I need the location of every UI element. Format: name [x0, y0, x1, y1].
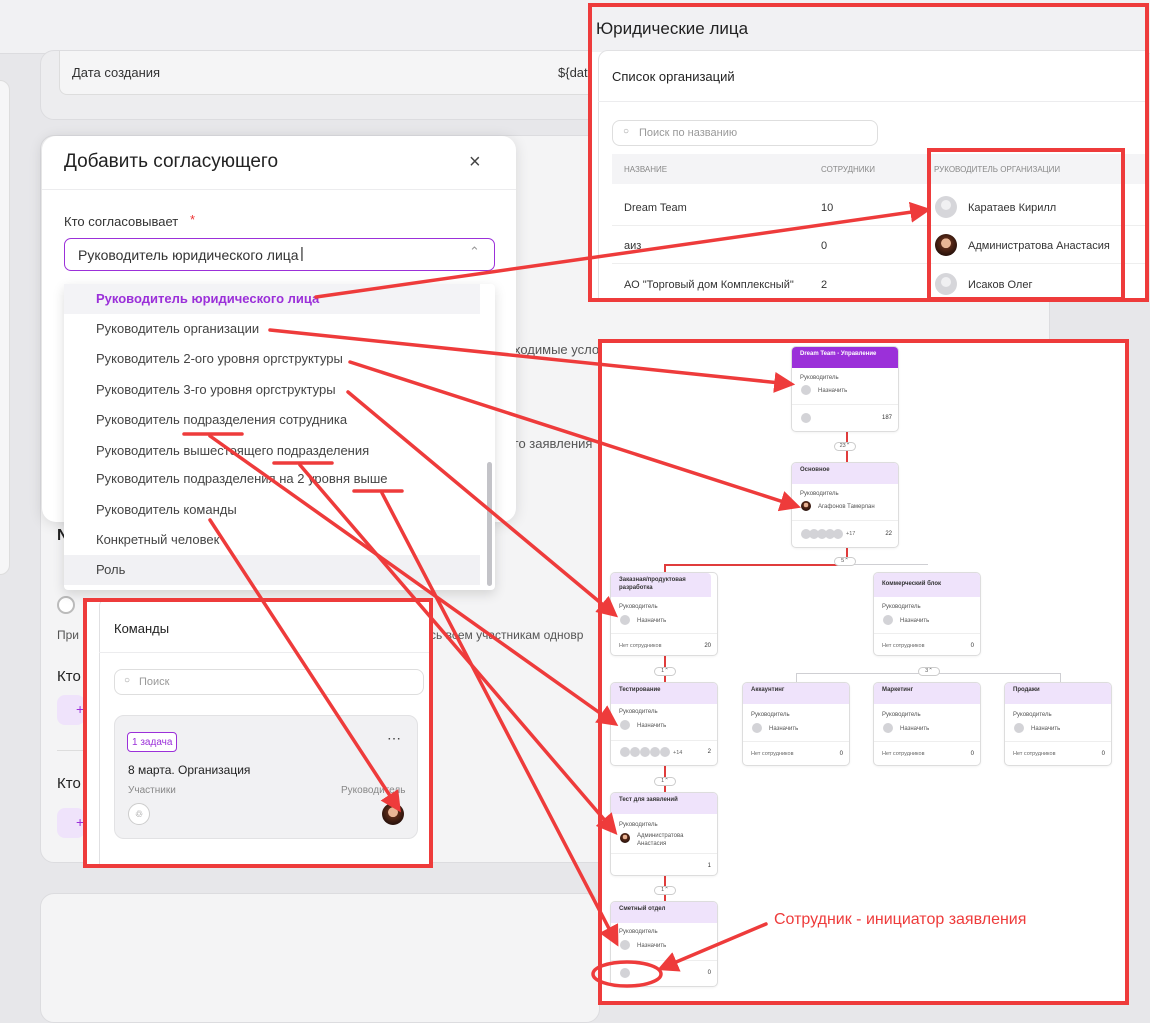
bg-add-button-2[interactable]: +: [57, 808, 85, 838]
bottom-card: [40, 893, 600, 1023]
close-icon[interactable]: ×: [469, 151, 481, 174]
approver-select[interactable]: Руководитель юридического лица | ⌃: [64, 238, 495, 271]
option-level3-head[interactable]: Руководитель 3-го уровня оргструктуры: [64, 375, 480, 405]
select-value: Руководитель юридического лица: [78, 247, 299, 263]
modal-title: Добавить согласующего: [64, 151, 279, 172]
bg-heading-kto-1: Кто: [57, 668, 81, 685]
text-cursor: |: [300, 245, 304, 262]
option-two-levels-up-head[interactable]: Руководитель подразделения на 2 уровня в…: [64, 464, 480, 494]
approver-dropdown: Руководитель юридического лица Руководит…: [64, 284, 495, 590]
date-label: Дата создания: [72, 65, 161, 80]
left-side-card: [0, 80, 10, 575]
bg-text-conditions: ходимые усло: [514, 342, 600, 357]
option-role[interactable]: Роль: [64, 555, 480, 585]
option-level2-head[interactable]: Руководитель 2-ого уровня оргструктуры: [64, 344, 480, 374]
bg-text-pri: При: [57, 628, 80, 642]
option-specific-person[interactable]: Конкретный человек: [64, 525, 480, 555]
modal-header-divider: [42, 189, 516, 190]
chevron-up-icon[interactable]: ⌃: [469, 244, 480, 260]
option-legal-entity-head[interactable]: Руководитель юридического лица: [64, 284, 480, 314]
option-team-head[interactable]: Руководитель команды: [64, 495, 480, 525]
legal-head-column-frame: [927, 148, 1125, 301]
bg-heading-kto-2: Кто: [57, 775, 81, 792]
dropdown-scrollbar[interactable]: [487, 462, 492, 586]
option-department-head[interactable]: Руководитель подразделения сотрудника: [64, 405, 480, 435]
teams-panel-frame: [83, 598, 433, 868]
option-parent-department-head[interactable]: Руководитель вышестоящего подразделения: [64, 436, 480, 466]
date-value: ${dat: [558, 65, 588, 80]
org-chart-frame: [598, 339, 1129, 1005]
annotation-text: Сотрудник - инициатор заявления: [774, 911, 1027, 928]
field-label: Кто согласовывает: [64, 214, 179, 229]
required-mark: *: [190, 212, 196, 227]
bg-toggle[interactable]: [57, 596, 75, 614]
bg-text-application: го заявления: [514, 436, 593, 451]
option-organization-head[interactable]: Руководитель организации: [64, 314, 480, 344]
bg-text-all: сь всем участникам одновр: [430, 628, 584, 642]
bg-add-button-1[interactable]: +: [57, 695, 85, 725]
date-card: Дата создания ${dat: [40, 50, 610, 120]
